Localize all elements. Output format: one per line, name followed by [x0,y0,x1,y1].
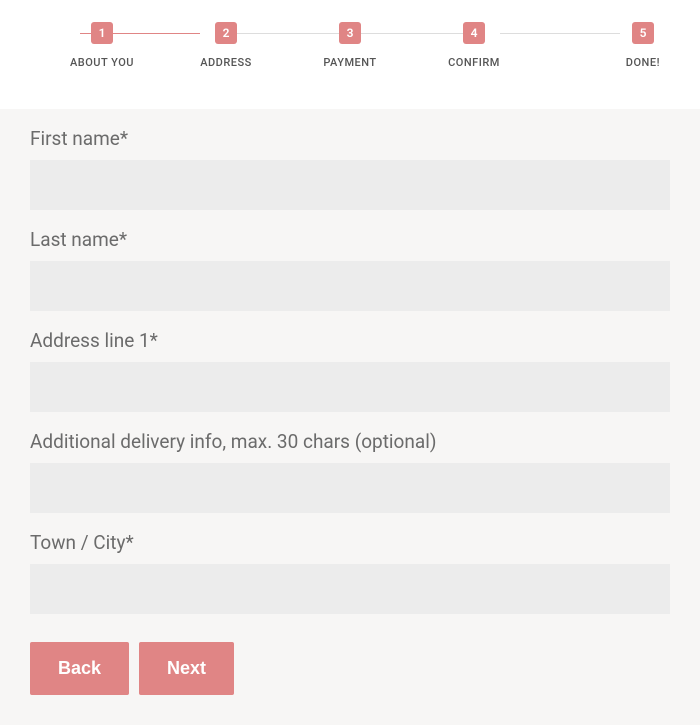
step-number: 2 [215,22,237,44]
field-additional-info: Additional delivery info, max. 30 chars … [0,430,700,513]
step-payment[interactable]: 3 PAYMENT [288,22,412,69]
step-confirm[interactable]: 4 CONFIRM [412,22,536,69]
field-address-line-1: Address line 1* [0,329,700,412]
town-city-label: Town / City* [30,531,670,554]
step-label: ADDRESS [200,56,252,69]
step-about-you[interactable]: 1 ABOUT YOU [40,22,164,69]
form-buttons: Back Next [0,632,700,695]
step-label: DONE! [626,56,660,69]
field-first-name: First name* [0,127,700,210]
additional-info-label: Additional delivery info, max. 30 chars … [30,430,670,453]
back-button[interactable]: Back [30,642,129,695]
additional-info-input[interactable] [30,463,670,513]
step-done[interactable]: 5 DONE! [536,22,660,69]
field-town-city: Town / City* [0,531,700,614]
step-number: 4 [463,22,485,44]
field-last-name: Last name* [0,228,700,311]
first-name-label: First name* [30,127,670,150]
step-number: 1 [91,22,113,44]
town-city-input[interactable] [30,564,670,614]
step-label: ABOUT YOU [70,56,134,69]
stepper: 1 ABOUT YOU 2 ADDRESS 3 PAYMENT 4 CONFIR… [0,0,700,69]
step-label: CONFIRM [448,56,500,69]
address-line-1-label: Address line 1* [30,329,670,352]
first-name-input[interactable] [30,160,670,210]
next-button[interactable]: Next [139,642,234,695]
last-name-input[interactable] [30,261,670,311]
step-address[interactable]: 2 ADDRESS [164,22,288,69]
step-label: PAYMENT [323,56,376,69]
step-number: 5 [632,22,654,44]
address-line-1-input[interactable] [30,362,670,412]
step-number: 3 [339,22,361,44]
address-form: First name* Last name* Address line 1* A… [0,109,700,725]
last-name-label: Last name* [30,228,670,251]
